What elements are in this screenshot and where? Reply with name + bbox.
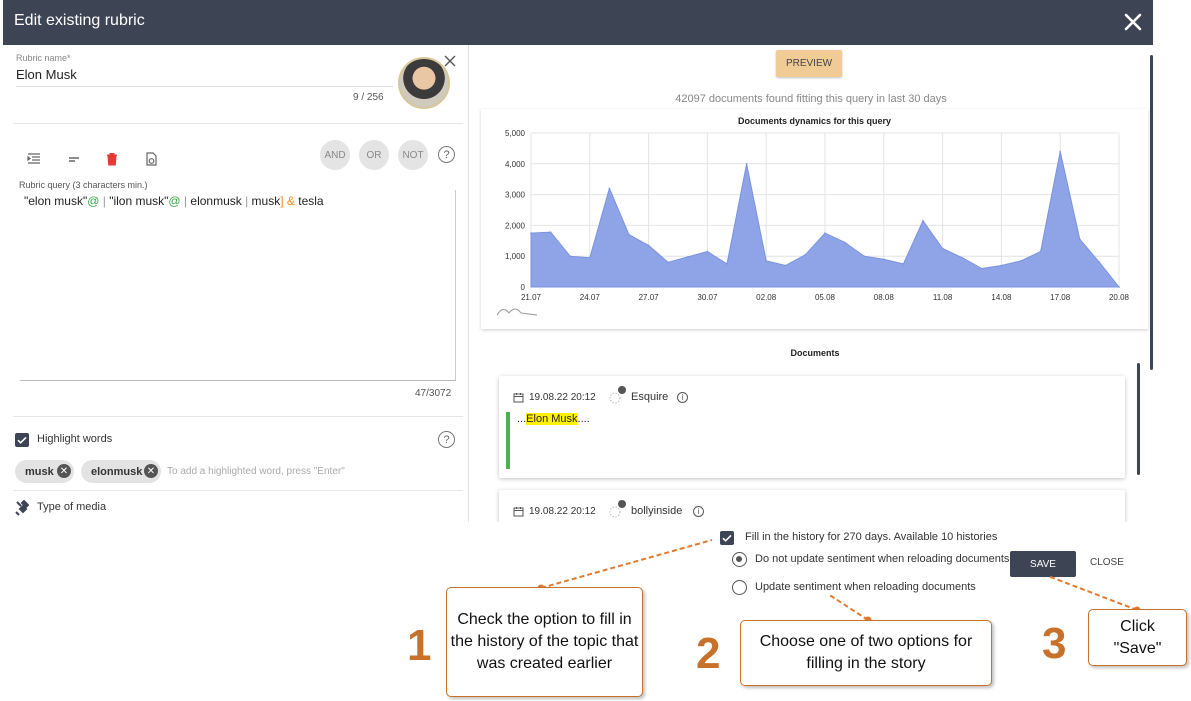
step-number: 1: [407, 621, 432, 670]
callout-step-1: Check the option to fill in the history …: [446, 587, 643, 697]
step-number: 2: [696, 629, 721, 678]
callout-step-2: Choose one of two options for filling in…: [740, 620, 992, 686]
screen: Edit existing rubric Rubric name* Elon M…: [0, 0, 1191, 701]
step-number: 3: [1042, 619, 1067, 668]
callout-step-3: Click "Save": [1088, 609, 1187, 666]
